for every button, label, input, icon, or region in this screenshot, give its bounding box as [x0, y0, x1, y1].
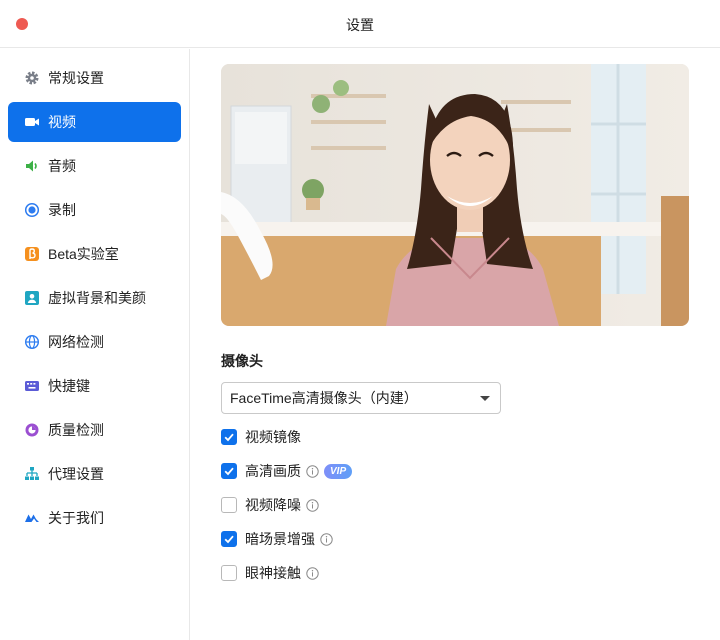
camera-select[interactable]: FaceTime高清摄像头（内建） [221, 382, 501, 414]
sidebar-item-audio[interactable]: 音频 [8, 146, 181, 186]
keyboard-icon [24, 378, 40, 394]
sidebar-item-label: 虚拟背景和美颜 [48, 290, 146, 306]
sidebar-item-label: 录制 [48, 202, 76, 218]
option-video-mirror: 视频镜像 [221, 427, 301, 447]
portrait-icon [24, 290, 40, 306]
camera-select-value: FaceTime高清摄像头（内建） [230, 390, 418, 406]
video-settings-panel: 摄像头 FaceTime高清摄像头（内建） 视频镜像 高清画质 VIP 视频降噪… [191, 49, 720, 640]
option-hd-quality: 高清画质 VIP [221, 461, 353, 481]
sidebar-item-label: 网络检测 [48, 334, 104, 350]
option-label: 暗场景增强 [245, 531, 315, 547]
sidebar-item-proxy[interactable]: 代理设置 [8, 454, 181, 494]
video-camera-icon [24, 114, 40, 130]
globe-icon [24, 334, 40, 350]
sidebar-item-recording[interactable]: 录制 [8, 190, 181, 230]
gear-icon [24, 70, 40, 86]
sidebar-item-label: Beta实验室 [48, 246, 119, 262]
option-eye-contact: 眼神接触 [221, 563, 319, 583]
sidebar-item-label: 质量检测 [48, 422, 104, 438]
speaker-icon [24, 158, 40, 174]
option-low-light-enhance: 暗场景增强 [221, 529, 333, 549]
option-video-denoise: 视频降噪 [221, 495, 319, 515]
record-icon [24, 202, 40, 218]
option-label: 眼神接触 [245, 565, 301, 581]
info-icon[interactable] [306, 498, 319, 512]
option-label: 视频镜像 [245, 429, 301, 445]
low-light-enhance-checkbox[interactable] [221, 531, 237, 547]
checkmark-icon [224, 535, 234, 544]
title-bar: 设置 [0, 0, 720, 48]
sidebar-item-label: 视频 [48, 114, 76, 130]
info-icon[interactable] [306, 566, 319, 580]
sidebar-item-quality-check[interactable]: 质量检测 [8, 410, 181, 450]
sidebar-item-shortcuts[interactable]: 快捷键 [8, 366, 181, 406]
sidebar-item-video[interactable]: 视频 [8, 102, 181, 142]
option-label: 视频降噪 [245, 497, 301, 513]
sidebar-item-label: 音频 [48, 158, 76, 174]
sidebar-item-label: 快捷键 [48, 378, 90, 394]
sidebar-item-label: 关于我们 [48, 510, 104, 526]
checkmark-icon [224, 467, 234, 476]
quality-icon [24, 422, 40, 438]
info-icon[interactable] [306, 464, 319, 478]
settings-sidebar: 常规设置 视频 音频 录制 Beta实验室 虚拟背景和美颜 网络检测 快捷键 质… [0, 49, 190, 640]
checkmark-icon [224, 433, 234, 442]
camera-preview [221, 64, 689, 326]
camera-preview-image [221, 64, 689, 326]
sidebar-item-network-check[interactable]: 网络检测 [8, 322, 181, 362]
sidebar-item-virtual-background[interactable]: 虚拟背景和美颜 [8, 278, 181, 318]
brand-logo-icon [24, 510, 40, 526]
network-tree-icon [24, 466, 40, 482]
sidebar-item-about[interactable]: 关于我们 [8, 498, 181, 538]
eye-contact-checkbox[interactable] [221, 565, 237, 581]
sidebar-item-general[interactable]: 常规设置 [8, 58, 181, 98]
chevron-down-icon [480, 396, 490, 401]
beta-icon [24, 246, 40, 262]
sidebar-item-label: 代理设置 [48, 466, 104, 482]
video-denoise-checkbox[interactable] [221, 497, 237, 513]
sidebar-item-beta-lab[interactable]: Beta实验室 [8, 234, 181, 274]
hd-quality-checkbox[interactable] [221, 463, 237, 479]
sidebar-item-label: 常规设置 [48, 70, 104, 86]
mirror-video-checkbox[interactable] [221, 429, 237, 445]
info-icon[interactable] [320, 532, 333, 546]
window-title: 设置 [346, 17, 374, 33]
vip-badge: VIP [324, 463, 353, 479]
option-label: 高清画质 [245, 463, 301, 479]
camera-section-label: 摄像头 [221, 353, 263, 369]
